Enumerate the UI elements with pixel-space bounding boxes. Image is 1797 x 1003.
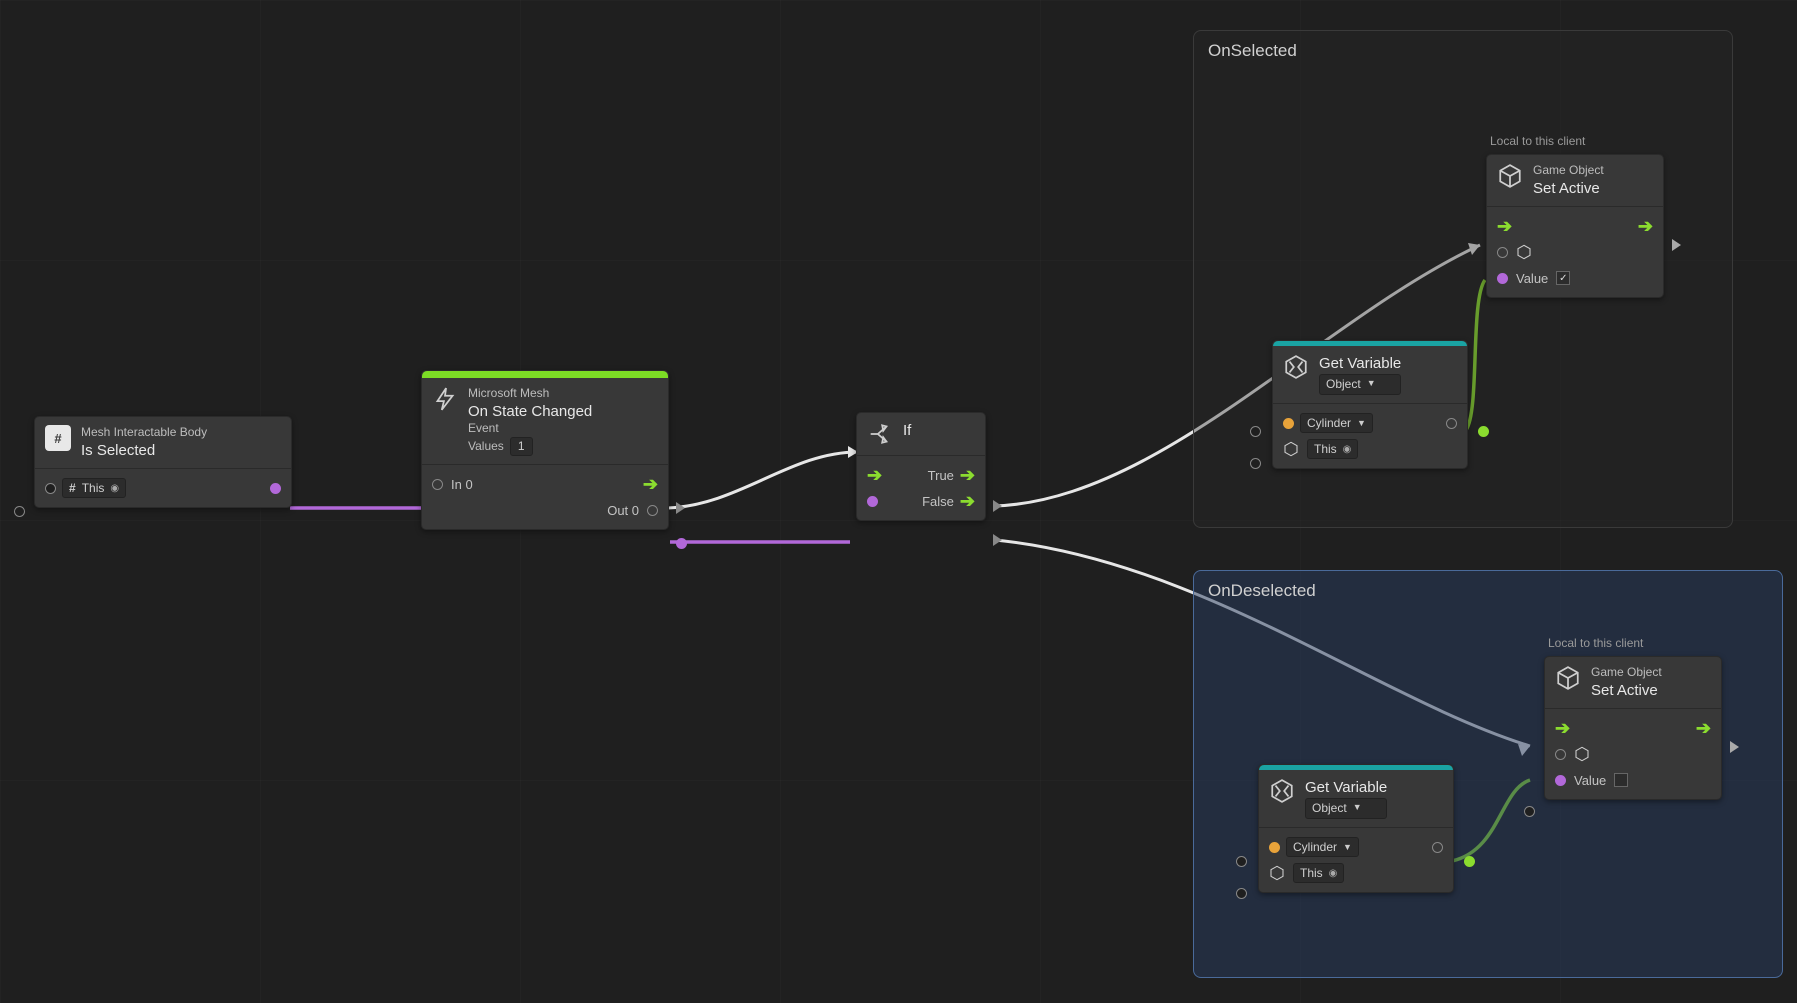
target-port[interactable] <box>1497 247 1508 258</box>
group-title: OnSelected <box>1194 31 1732 71</box>
hash-icon: # <box>45 425 71 451</box>
var-name-field[interactable]: Cylinder▼ <box>1286 837 1359 857</box>
node-subtitle: Microsoft Mesh <box>468 386 592 402</box>
values-label: Values <box>468 439 504 455</box>
value-out-port[interactable] <box>1432 842 1443 853</box>
cube-mini-icon <box>1269 865 1285 881</box>
out0-label: Out 0 <box>607 503 639 518</box>
true-flow-icon: ➔ <box>960 466 975 484</box>
node-line3: Event <box>468 421 592 437</box>
node-ext-port[interactable] <box>14 506 25 517</box>
cond-port[interactable] <box>867 496 878 507</box>
flow-out-tri[interactable] <box>676 502 685 514</box>
in0-label: In 0 <box>451 477 473 492</box>
output-port-value[interactable] <box>270 483 281 494</box>
true-label: True <box>928 468 954 483</box>
getvar1-ext2[interactable] <box>1250 458 1261 469</box>
out0-ext-port[interactable] <box>676 538 687 549</box>
target-field[interactable]: This◉ <box>1307 439 1358 459</box>
node-get-variable-1[interactable]: Get Variable Object▼ Cylinder▼ This◉ <box>1272 340 1468 469</box>
var-icon <box>1283 354 1309 380</box>
node-title: Is Selected <box>81 441 207 461</box>
lightning-icon <box>432 386 458 412</box>
getvar1-ext1[interactable] <box>1250 426 1261 437</box>
var-icon <box>1269 778 1295 804</box>
name-port[interactable] <box>1283 418 1294 429</box>
node-title: Set Active <box>1591 681 1662 701</box>
out0-port[interactable] <box>647 505 658 516</box>
node-title: Get Variable <box>1319 354 1401 374</box>
node-subtitle: Mesh Interactable Body <box>81 425 207 441</box>
flow-in-icon[interactable]: ➔ <box>867 466 882 484</box>
getvar2-ext2[interactable] <box>1236 888 1247 899</box>
flow-out-icon[interactable]: ➔ <box>643 475 658 493</box>
branch-icon <box>867 421 893 447</box>
input-port[interactable] <box>45 483 56 494</box>
target-port[interactable] <box>1555 749 1566 760</box>
target-field[interactable]: This◉ <box>1293 863 1344 883</box>
node-title: Get Variable <box>1305 778 1387 798</box>
value-label: Value <box>1574 773 1606 788</box>
getvar1-out[interactable] <box>1478 426 1489 437</box>
false-flow-icon: ➔ <box>960 492 975 510</box>
value-checkbox[interactable] <box>1614 773 1628 787</box>
setactive2-ext[interactable] <box>1524 806 1535 817</box>
setactive1-out-tri[interactable] <box>1672 239 1681 251</box>
value-label: Value <box>1516 271 1548 286</box>
node-if[interactable]: If ➔ True ➔ False ➔ <box>856 412 986 521</box>
local-hint-2: Local to this client <box>1548 636 1643 650</box>
cube-mini-icon <box>1516 244 1532 260</box>
value-checkbox[interactable]: ✓ <box>1556 271 1570 285</box>
false-tri[interactable] <box>993 534 1002 546</box>
node-title: If <box>903 421 911 441</box>
var-name-field[interactable]: Cylinder▼ <box>1300 413 1373 433</box>
cube-mini-icon <box>1574 746 1590 762</box>
cube-icon <box>1497 163 1523 189</box>
cube-icon <box>1555 665 1581 691</box>
scope-dropdown[interactable]: Object▼ <box>1319 374 1401 396</box>
node-set-active-2[interactable]: Game Object Set Active ➔ ➔ Value <box>1544 656 1722 800</box>
false-label: False <box>922 494 954 509</box>
node-get-variable-2[interactable]: Get Variable Object▼ Cylinder▼ This◉ <box>1258 764 1454 893</box>
value-port[interactable] <box>1497 273 1508 284</box>
node-title: On State Changed <box>468 402 592 422</box>
setactive2-out-tri[interactable] <box>1730 741 1739 753</box>
scope-dropdown[interactable]: Object▼ <box>1305 798 1387 820</box>
node-subtitle: Game Object <box>1591 665 1662 681</box>
getvar2-out[interactable] <box>1464 856 1475 867</box>
getvar2-ext1[interactable] <box>1236 856 1247 867</box>
flow-out-icon[interactable]: ➔ <box>1696 719 1711 737</box>
node-on-state-changed[interactable]: Microsoft Mesh On State Changed Event Va… <box>421 370 669 530</box>
group-title: OnDeselected <box>1194 571 1782 611</box>
node-title: Set Active <box>1533 179 1604 199</box>
true-tri[interactable] <box>993 500 1002 512</box>
values-count[interactable]: 1 <box>510 437 533 457</box>
value-port[interactable] <box>1555 775 1566 786</box>
name-port[interactable] <box>1269 842 1280 853</box>
in0-port[interactable] <box>432 479 443 490</box>
value-out-port[interactable] <box>1446 418 1457 429</box>
cube-mini-icon <box>1283 441 1299 457</box>
flow-in-icon[interactable]: ➔ <box>1555 719 1570 737</box>
target-value: This <box>82 481 105 495</box>
node-is-selected[interactable]: # Mesh Interactable Body Is Selected # T… <box>34 416 292 508</box>
node-set-active-1[interactable]: Game Object Set Active ➔ ➔ Value ✓ <box>1486 154 1664 298</box>
local-hint-1: Local to this client <box>1490 134 1585 148</box>
flow-in-icon[interactable]: ➔ <box>1497 217 1512 235</box>
flow-out-icon[interactable]: ➔ <box>1638 217 1653 235</box>
node-subtitle: Game Object <box>1533 163 1604 179</box>
target-field[interactable]: # This ◉ <box>62 478 126 498</box>
